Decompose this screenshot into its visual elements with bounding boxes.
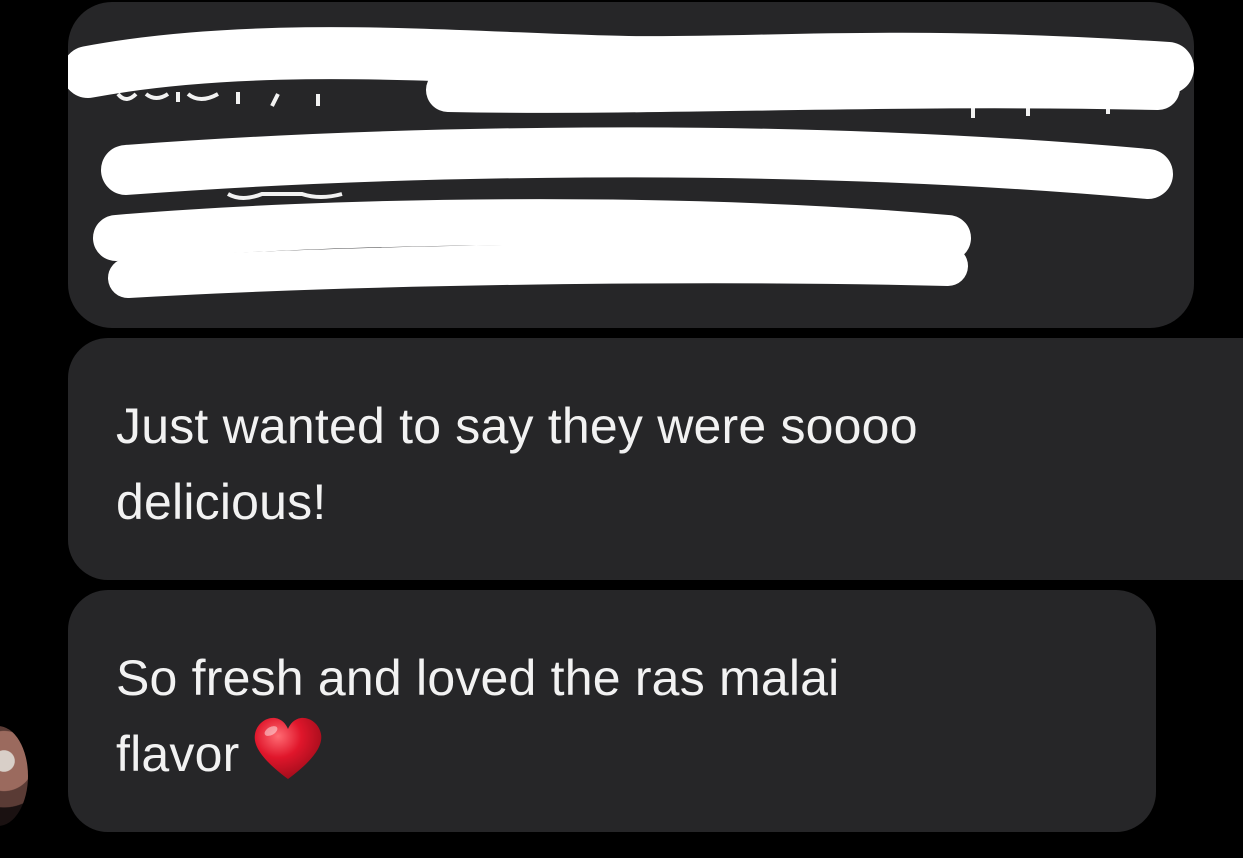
message-line: delicious! — [116, 474, 327, 530]
redaction-scribble — [68, 27, 1194, 298]
message-line: flavor — [116, 726, 240, 782]
message-line: So fresh and loved the ras malai — [116, 650, 840, 706]
message-bubble-redacted[interactable] — [68, 2, 1194, 328]
message-bubble[interactable]: Just wanted to say they were soooo delici… — [68, 338, 1243, 580]
message-line: Just wanted to say they were soooo — [116, 398, 918, 454]
message-text: Just wanted to say they were soooo delici… — [116, 388, 918, 540]
message-text: So fresh and loved the ras malai flavor — [116, 640, 839, 802]
avatar[interactable] — [0, 726, 28, 826]
heart-icon — [253, 717, 323, 802]
message-bubble[interactable]: So fresh and loved the ras malai flavor — [68, 590, 1156, 832]
